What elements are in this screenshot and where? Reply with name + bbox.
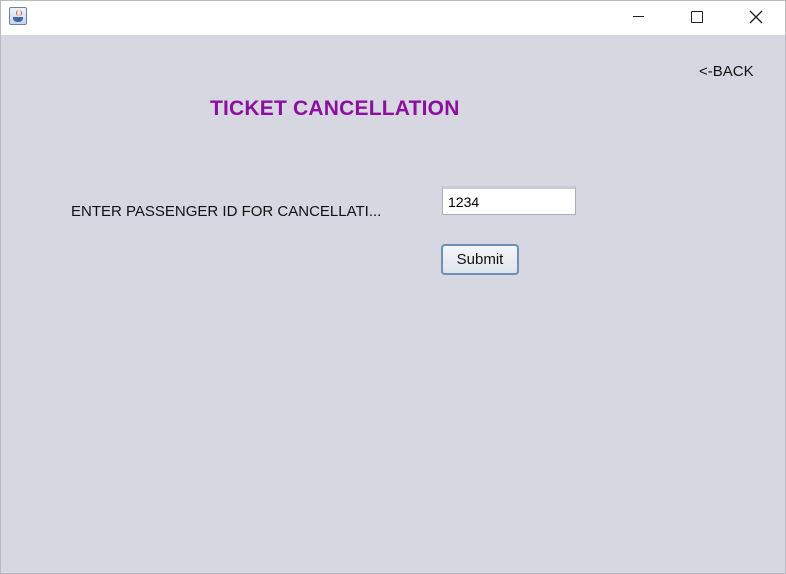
maximize-icon (691, 11, 703, 23)
back-link[interactable]: <-BACK (699, 63, 754, 80)
maximize-button[interactable] (668, 1, 726, 33)
page-title: TICKET CANCELLATION (210, 97, 460, 120)
minimize-button[interactable] (609, 1, 667, 33)
close-button[interactable] (727, 1, 785, 33)
java-cup-shape (13, 17, 23, 22)
content-panel: <-BACK TICKET CANCELLATION ENTER PASSENG… (1, 36, 785, 573)
java-app-icon[interactable] (9, 7, 27, 25)
close-icon (749, 10, 763, 24)
passenger-id-input[interactable] (442, 186, 576, 215)
minimize-icon (633, 16, 644, 17)
java-steam-shape (16, 10, 22, 16)
title-bar[interactable] (1, 1, 785, 35)
app-window: <-BACK TICKET CANCELLATION ENTER PASSENG… (0, 0, 786, 574)
submit-button[interactable]: Submit (441, 244, 519, 275)
passenger-id-label: ENTER PASSENGER ID FOR CANCELLATI... (71, 203, 382, 220)
